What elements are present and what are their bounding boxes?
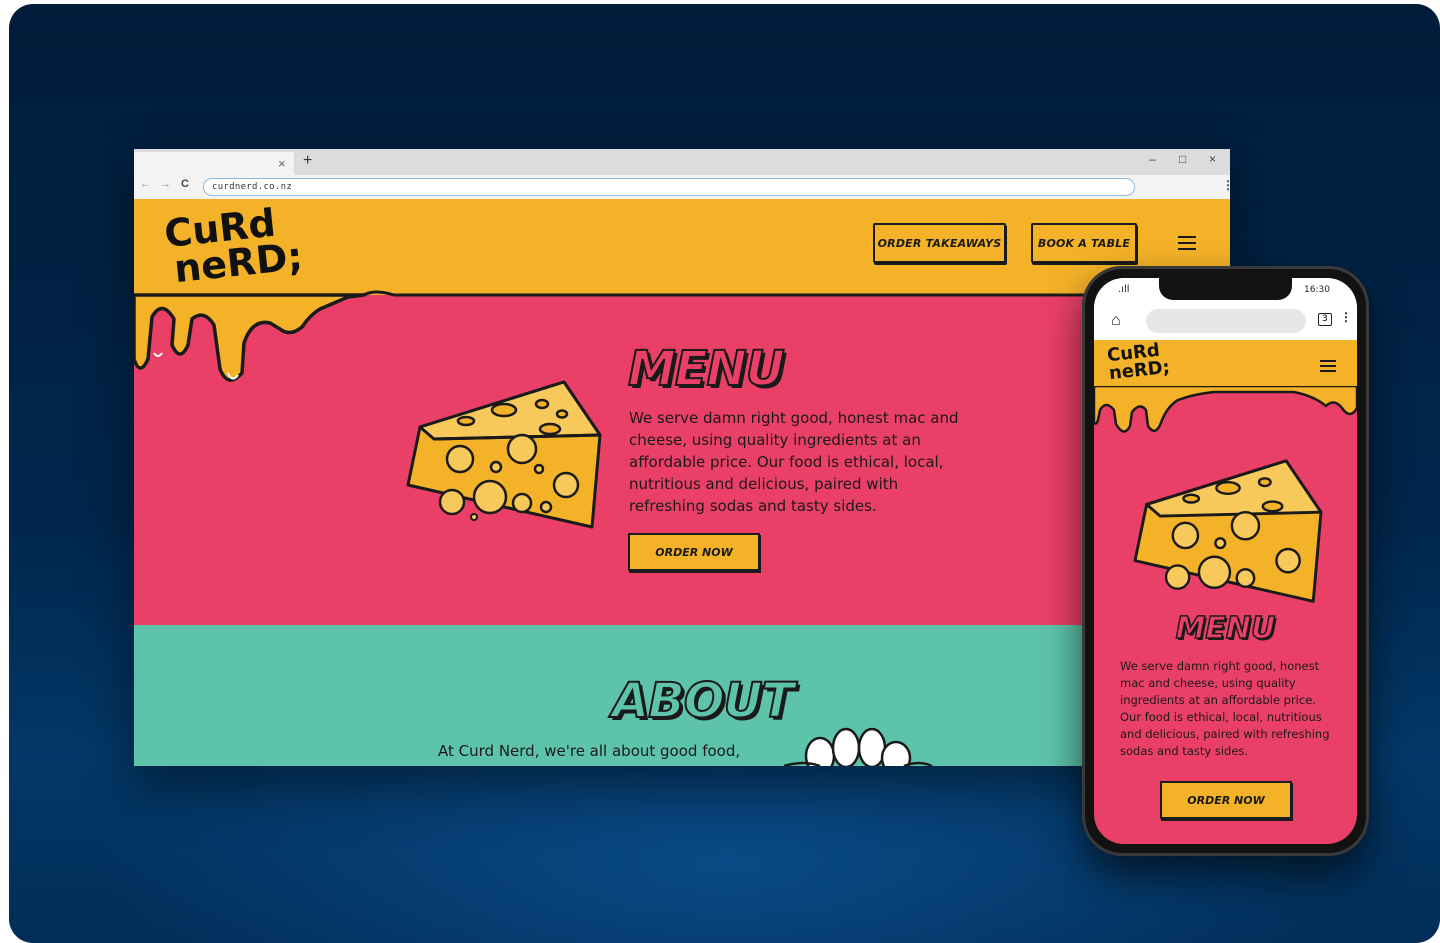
reload-icon[interactable]: C	[181, 178, 189, 190]
mobile-phone-mockup: .ıll 16:30 ⌂ 3 ⋮ CuRd neRD; MENU We serv…	[1082, 266, 1369, 856]
minimize-button[interactable]: –	[1149, 152, 1156, 166]
phone-cheese-illustration	[1133, 459, 1323, 603]
cheese-drip-decoration	[134, 289, 1230, 382]
flower-illustration	[783, 727, 933, 766]
book-a-table-button[interactable]: BOOK A TABLE	[1031, 223, 1137, 263]
presentation-backdrop: × + – □ × ← → C curdnerd.co.nz ⋮ CuRd ne…	[9, 4, 1440, 943]
signal-icon: .ıll	[1118, 284, 1130, 295]
close-window-button[interactable]: ×	[1209, 152, 1216, 166]
phone-hamburger-icon[interactable]	[1320, 360, 1336, 375]
status-time: 16:30	[1304, 285, 1330, 295]
phone-url-input[interactable]	[1146, 309, 1306, 333]
back-arrow-icon[interactable]: ←	[140, 178, 151, 190]
phone-site-header: CuRd neRD;	[1094, 340, 1357, 390]
about-section: ABOUT At Curd Nerd, we're all about good…	[134, 625, 1230, 766]
maximize-button[interactable]: □	[1179, 152, 1186, 166]
tab-count-icon[interactable]: 3	[1318, 313, 1332, 326]
tab-close-icon[interactable]: ×	[278, 156, 286, 171]
order-takeaways-button[interactable]: ORDER TAKEAWAYS	[873, 223, 1006, 263]
menu-description: We serve damn right good, honest mac and…	[629, 409, 959, 515]
phone-menu-heading: MENU	[1175, 610, 1276, 647]
logo-line-2: neRD;	[171, 233, 305, 292]
tab-bar: × + – □ ×	[134, 149, 1230, 175]
hamburger-menu-icon[interactable]	[1178, 236, 1196, 254]
about-description: At Curd Nerd, we're all about good food,	[438, 742, 741, 760]
about-heading: ABOUT	[611, 672, 795, 730]
phone-notch	[1159, 278, 1292, 300]
phone-address-bar: ⌂ 3 ⋮	[1094, 304, 1357, 341]
curd-nerd-logo[interactable]: CuRd neRD;	[162, 201, 305, 292]
phone-order-now-button[interactable]: ORDER NOW	[1160, 781, 1292, 819]
phone-menu-icon[interactable]: ⋮	[1340, 310, 1352, 324]
site-header: CuRd neRD; ORDER TAKEAWAYS BOOK A TABLE	[134, 199, 1230, 295]
phone-logo-line-2: neRD;	[1107, 356, 1171, 385]
phone-menu-description: We serve damn right good, honest mac and…	[1120, 659, 1330, 758]
url-input[interactable]: curdnerd.co.nz	[203, 178, 1135, 196]
address-bar: ← → C curdnerd.co.nz ⋮	[134, 175, 1230, 200]
phone-logo[interactable]: CuRd neRD;	[1106, 340, 1171, 385]
desktop-browser-window: × + – □ × ← → C curdnerd.co.nz ⋮ CuRd ne…	[134, 149, 1230, 766]
browser-menu-icon[interactable]: ⋮	[1222, 178, 1230, 192]
browser-tab[interactable]: ×	[134, 152, 294, 175]
forward-arrow-icon[interactable]: →	[160, 178, 171, 190]
phone-cheese-drip	[1094, 386, 1357, 433]
home-icon[interactable]: ⌂	[1111, 312, 1121, 330]
new-tab-button[interactable]: +	[303, 152, 312, 170]
phone-screen: .ıll 16:30 ⌂ 3 ⋮ CuRd neRD; MENU We serv…	[1094, 278, 1357, 844]
cheese-illustration	[406, 380, 602, 529]
order-now-button[interactable]: ORDER NOW	[628, 533, 760, 571]
